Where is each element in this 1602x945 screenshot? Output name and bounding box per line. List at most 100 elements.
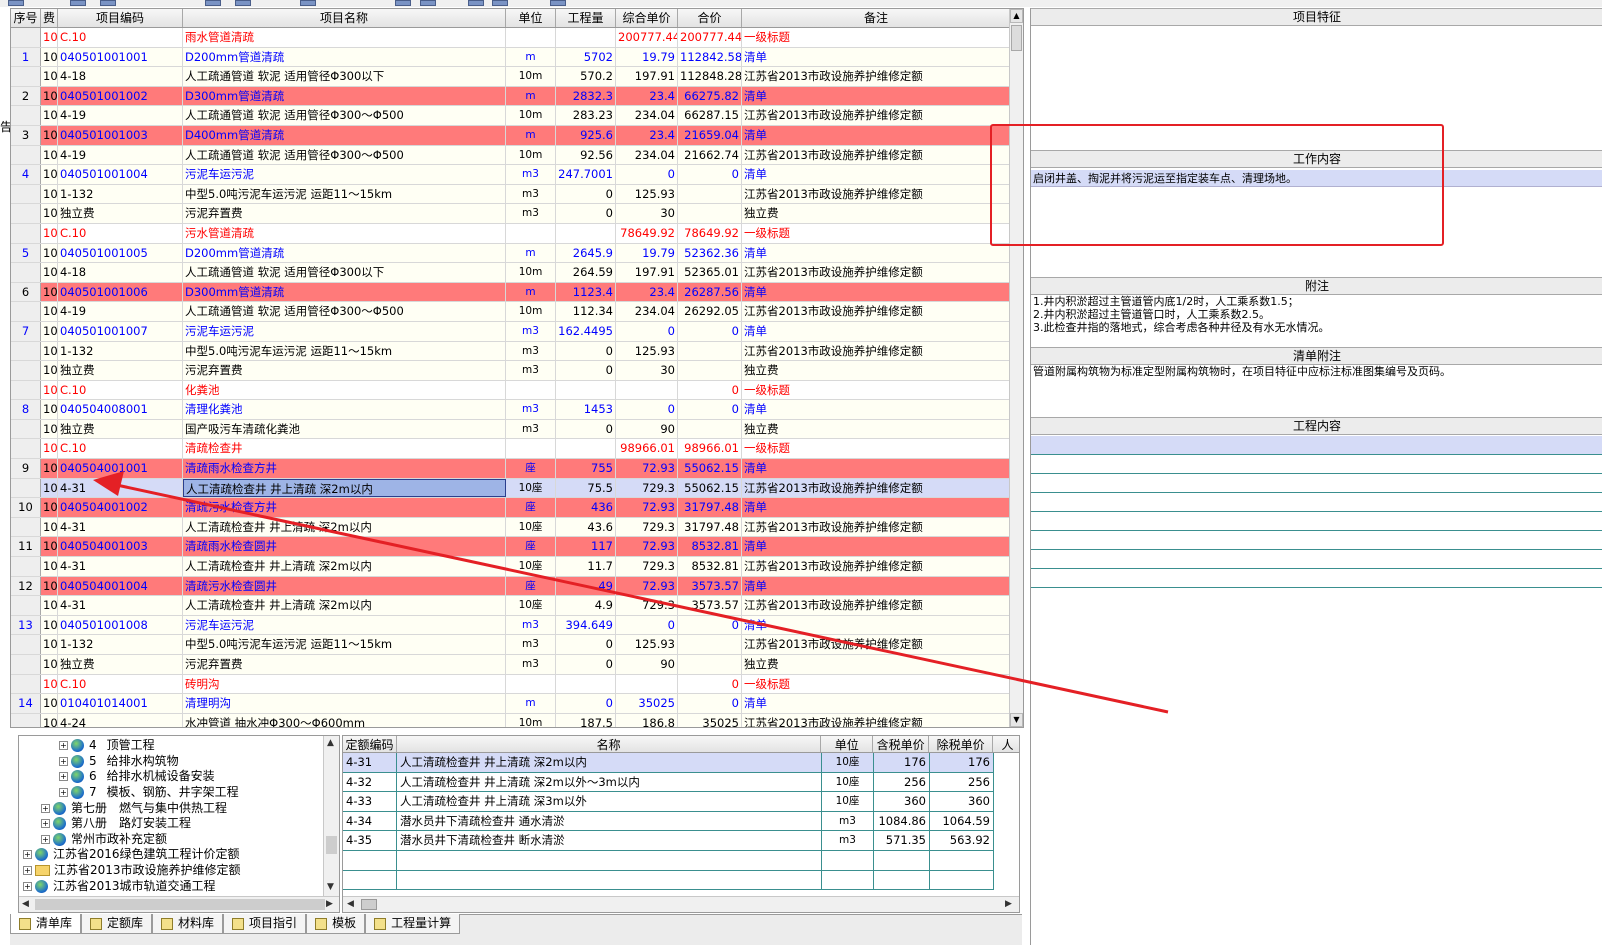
tree-node[interactable]: + 常州市政补充定额 (41, 832, 167, 848)
cell-seq[interactable]: 10 (11, 498, 41, 517)
content-row[interactable] (1031, 550, 1602, 569)
cell-code[interactable]: 040504001001 (58, 459, 183, 478)
cell-name[interactable]: 国产吸污车清疏化粪池 (183, 419, 506, 439)
cell-code[interactable]: 4-31 (58, 596, 183, 615)
tree-node[interactable]: +4 顶管工程 (59, 738, 155, 754)
scroll-down-icon[interactable]: ▼ (327, 882, 334, 892)
cell-unit[interactable]: 10座 (506, 478, 556, 498)
cell-price[interactable]: 125.93 (616, 635, 678, 654)
cell-fee[interactable]: 10 (41, 145, 58, 165)
cell-fee[interactable]: 10 (41, 106, 58, 125)
table-row[interactable]: 14 10 010401014001 清理明沟 m 0 35025 0 清单 (11, 694, 1011, 714)
cell-seq[interactable] (11, 635, 41, 654)
cell-code[interactable]: 4-19 (58, 302, 183, 321)
cell-seq[interactable] (11, 263, 41, 282)
cell-unit[interactable] (506, 439, 556, 459)
cell-code[interactable]: 独立费 (58, 419, 183, 439)
table-row[interactable]: 2 10 040501001002 D300mm管道清疏 m 2832.3 23.4 6627… (11, 86, 1011, 107)
cell-price[interactable]: 125.93 (616, 184, 678, 204)
cell-name[interactable]: 清疏雨水检查圆井 (183, 537, 506, 557)
cell-price[interactable]: 90 (616, 419, 678, 439)
cell-fee[interactable]: 10 (41, 694, 58, 713)
cell-seq[interactable]: 6 (11, 282, 41, 302)
cell-unit[interactable]: m3 (506, 341, 556, 361)
cell-qty[interactable]: 112.34 (556, 302, 616, 321)
quota-row[interactable] (343, 850, 994, 871)
tab-library[interactable]: 材料库 (152, 914, 224, 934)
quota-cell-p2[interactable]: 1064.59 (930, 811, 994, 831)
cell-seq[interactable]: 5 (11, 243, 41, 263)
cell-qty[interactable]: 0 (556, 361, 616, 380)
cell-qty[interactable]: 92.56 (556, 145, 616, 165)
cell-note[interactable]: 清单 (742, 537, 1011, 557)
quota-cell-p1[interactable] (874, 870, 930, 890)
cell-price[interactable]: 729.3 (616, 478, 678, 498)
cell-unit[interactable]: 10m (506, 713, 556, 727)
cell-note[interactable]: 江苏省2013市政设施养护维修定额 (742, 67, 1011, 86)
cell-code[interactable]: 独立费 (58, 655, 183, 674)
quota-cell-unit[interactable]: m3 (822, 831, 874, 850)
quota-row[interactable]: 4-35 潜水员井下清疏检查井 断水清淤 m3 571.35 563.92 (343, 831, 994, 851)
cell-code[interactable]: 1-132 (58, 635, 183, 654)
cell-code[interactable]: 040501001005 (58, 243, 183, 263)
cell-code[interactable]: 4-19 (58, 145, 183, 165)
toolbar-icon[interactable] (235, 0, 251, 6)
table-row[interactable]: 13 10 040501001008 污泥车运污泥 m3 394.649 0 0 清单 (11, 615, 1011, 636)
quota-cell-p1[interactable]: 1084.86 (874, 811, 930, 831)
cell-name[interactable]: 雨水管道清疏 (183, 28, 506, 47)
cell-fee[interactable]: 10 (41, 655, 58, 674)
scroll-thumb[interactable] (1011, 25, 1022, 51)
cell-code[interactable]: 040501001002 (58, 86, 183, 106)
toolbar-icon[interactable] (492, 0, 508, 6)
cell-total[interactable]: 26292.05 (678, 302, 742, 321)
cell-seq[interactable] (11, 204, 41, 223)
quota-cell-p2[interactable]: 176 (930, 753, 994, 772)
content-row[interactable] (1031, 474, 1602, 493)
cell-total[interactable] (678, 341, 742, 361)
cell-fee[interactable]: 10 (41, 67, 58, 86)
cell-price[interactable]: 0 (616, 400, 678, 419)
cell-total[interactable]: 112848.28 (678, 67, 742, 86)
table-row[interactable]: 10 C.10 雨水管道清疏 200777.44 200777.44 一级标题 (11, 28, 1011, 48)
toolbar-icon[interactable] (205, 0, 221, 6)
cell-seq[interactable] (11, 557, 41, 576)
cell-seq[interactable]: 4 (11, 165, 41, 184)
cell-qty[interactable]: 0 (556, 694, 616, 713)
scroll-up-icon[interactable]: ▲ (327, 738, 334, 748)
cell-fee[interactable]: 10 (41, 184, 58, 204)
quota-column-header[interactable]: 定额编码 (343, 736, 397, 752)
cell-qty[interactable]: 2832.3 (556, 86, 616, 106)
toolbar-icon[interactable] (300, 0, 316, 6)
toolbar-icon[interactable] (100, 0, 116, 6)
tree-horizontal-scrollbar[interactable]: ◀ ▶ (19, 896, 339, 912)
quota-cell-unit[interactable] (822, 850, 874, 870)
cell-seq[interactable] (11, 380, 41, 400)
cell-seq[interactable] (11, 361, 41, 380)
quota-column-header[interactable]: 单位 (821, 736, 874, 752)
table-row[interactable]: 10 4-31 人工清疏检查井 井上清疏 深2m以内 10座 11.7 729.3 8532… (11, 557, 1011, 577)
cell-fee[interactable]: 10 (41, 596, 58, 615)
column-header-price[interactable]: 综合单价 (616, 9, 678, 27)
toolbar-icon[interactable] (8, 0, 24, 6)
cell-fee[interactable]: 10 (41, 439, 58, 459)
table-row[interactable]: 10 4-31 人工清疏检查井 井上清疏 深2m以内 10座 4.9 729.3 3573.… (11, 596, 1011, 616)
column-header-code[interactable]: 项目编码 (58, 9, 183, 27)
cell-unit[interactable]: m3 (506, 321, 556, 341)
cell-qty[interactable]: 755 (556, 459, 616, 478)
table-row[interactable]: 10 10 040504001002 清疏污水检查方井座 436 72.93 31797.4… (11, 498, 1011, 518)
cell-fee[interactable]: 10 (41, 615, 58, 635)
quota-cell-code[interactable]: 4-32 (343, 772, 397, 792)
cell-fee[interactable]: 10 (41, 557, 58, 576)
cell-note[interactable]: 独立费 (742, 361, 1011, 380)
cell-fee[interactable]: 10 (41, 400, 58, 419)
cell-name[interactable]: 人工疏通管道 软泥 适用管径Φ300～Φ500 (183, 106, 506, 125)
expand-icon[interactable]: + (23, 850, 32, 860)
cell-fee[interactable]: 10 (41, 321, 58, 341)
quota-row[interactable]: 4-34 潜水员井下清疏检查井 通水清淤 m3 1084.86 1064.59 (343, 811, 994, 832)
cell-fee[interactable]: 10 (41, 635, 58, 654)
cell-unit[interactable]: 10m (506, 67, 556, 86)
table-row[interactable]: 10 独立费 污泥弃置费 m3 0 30 独立费 (11, 204, 1011, 224)
cell-code[interactable]: 4-19 (58, 106, 183, 125)
scroll-right-icon[interactable]: ▶ (1005, 899, 1012, 909)
table-row[interactable]: 8 10 040504008001 清理化粪池 m3 1453 0 0 清单 (11, 400, 1011, 420)
